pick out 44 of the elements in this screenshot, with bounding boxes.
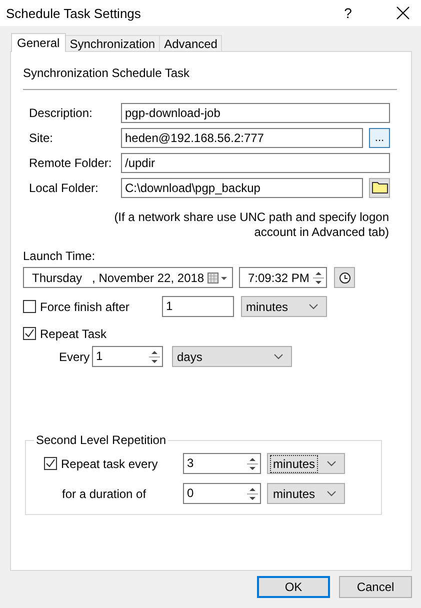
dialog-button[interactable]: OK xyxy=(257,576,330,598)
group-title: Second Level Repetition xyxy=(34,433,168,447)
unit-dropdown[interactable]: minutes xyxy=(267,453,345,474)
tab[interactable]: Advanced xyxy=(159,35,222,51)
caret-icon xyxy=(327,460,336,466)
section-title: Synchronization Schedule Task xyxy=(23,66,191,82)
tab[interactable]: General xyxy=(11,33,66,52)
clock-button[interactable] xyxy=(334,267,355,288)
unit-dropdown[interactable]: minutes xyxy=(241,296,327,317)
input-field[interactable]: heden@192.168.56.2:777 xyxy=(121,128,363,148)
field-label: Description: xyxy=(29,106,94,120)
tab[interactable]: Synchronization xyxy=(64,35,160,51)
checkbox[interactable] xyxy=(23,300,36,313)
folder-icon xyxy=(372,181,388,194)
unit-dropdown[interactable]: days xyxy=(172,346,292,367)
caret-icon xyxy=(274,354,283,360)
duration-label: for a duration of xyxy=(61,486,148,500)
caret-icon xyxy=(309,304,318,310)
calendar-icon xyxy=(207,272,229,284)
field-label: Site: xyxy=(29,130,54,144)
unit-dropdown[interactable]: minutes xyxy=(267,483,345,504)
every-label: Every xyxy=(59,350,91,364)
input-field[interactable]: /updir xyxy=(121,152,390,172)
note-text: (If a network share use UNC path and specify logon account in Advanced tab) xyxy=(113,210,390,240)
checkbox[interactable] xyxy=(23,327,36,340)
checkbox-label: Repeat task every xyxy=(61,456,159,470)
browse-button[interactable]: ... xyxy=(369,128,390,148)
clock-icon xyxy=(338,270,352,284)
checkbox[interactable] xyxy=(44,457,57,470)
number-field[interactable]: 1 xyxy=(162,296,234,317)
checkbox-label: Repeat Task xyxy=(40,326,106,340)
field-label: Local Folder: xyxy=(29,180,100,194)
date-picker[interactable]: Thursday , November 22, 2018 xyxy=(23,267,233,288)
launch-time-label: Launch Time: xyxy=(23,249,96,263)
window-title: Schedule Task Settings xyxy=(6,6,142,20)
input-field[interactable]: C:\download\pgp_backup xyxy=(121,178,363,198)
dialog-button[interactable]: Cancel xyxy=(339,576,412,598)
close-icon xyxy=(396,6,410,20)
help-button[interactable]: ? xyxy=(333,0,363,26)
folder-button[interactable] xyxy=(369,178,390,198)
checkbox-label: Force finish after xyxy=(40,300,130,314)
caret-icon xyxy=(327,490,336,496)
field-label: Remote Folder: xyxy=(29,156,113,170)
input-field[interactable]: pgp-download-job xyxy=(121,102,390,122)
